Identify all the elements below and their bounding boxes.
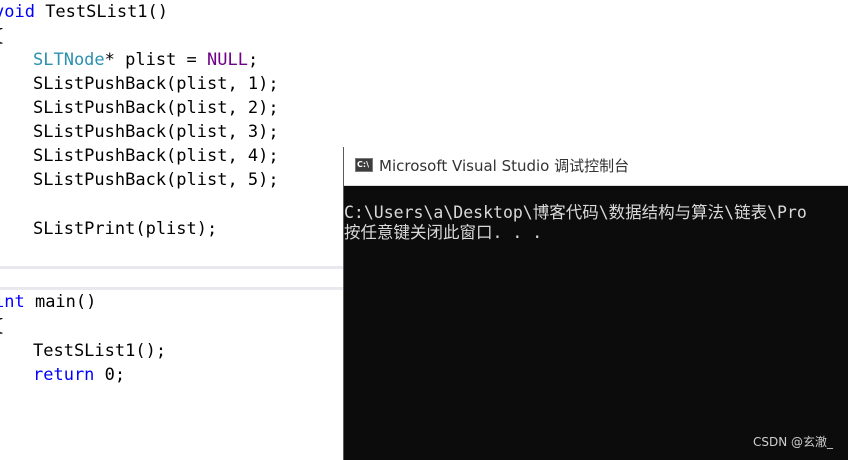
code-line-call[interactable]: TestSList1(); (33, 339, 166, 363)
console-line-prompt: 按任意键关闭此窗口. . . (344, 223, 543, 242)
keyword-return: return (33, 365, 95, 385)
return-value: 0; (94, 365, 126, 385)
csdn-watermark: CSDN @玄澈_ (752, 435, 833, 449)
code-line-push-3[interactable]: SListPushBack(plist, 3); (33, 120, 279, 144)
debug-console-window[interactable]: C:\ Microsoft Visual Studio 调试控制台 C:\Use… (343, 147, 848, 460)
keyword-int: int (0, 292, 25, 312)
console-app-icon: C:\ (355, 158, 373, 172)
keyword-void: void (0, 2, 35, 22)
code-line-testslist1-signature[interactable]: void TestSList1() (0, 0, 168, 24)
console-output[interactable]: C:\Users\a\Desktop\博客代码\数据结构与算法\链表\Pro 按… (344, 203, 848, 243)
code-text: SListPushBack(plist, 2); (33, 98, 279, 118)
code-line-return[interactable]: return 0; (33, 363, 125, 387)
code-line-push-5[interactable]: SListPushBack(plist, 5); (33, 168, 279, 192)
code-text: SListPushBack(plist, 1); (33, 74, 279, 94)
code-line-main-signature[interactable]: int main() (0, 290, 96, 314)
function-name: main() (24, 292, 97, 312)
type-sltnode: SLTNode (33, 50, 105, 70)
code-text: SListPushBack(plist, 5); (33, 170, 279, 190)
code-text: SListPushBack(plist, 4); (33, 146, 279, 166)
code-line-push-1[interactable]: SListPushBack(plist, 1); (33, 72, 279, 96)
code-line-open-brace[interactable]: { (0, 314, 4, 338)
console-line-path: C:\Users\a\Desktop\博客代码\数据结构与算法\链表\Pro (344, 203, 807, 222)
open-brace: { (0, 26, 4, 46)
code-line-open-brace[interactable]: { (0, 24, 4, 48)
declaration-text: * plist = (104, 50, 208, 70)
code-line-print[interactable]: SListPrint(plist); (33, 217, 217, 241)
console-titlebar[interactable]: C:\ Microsoft Visual Studio 调试控制台 (344, 147, 848, 186)
null-macro: NULL (207, 50, 248, 70)
code-text: TestSList1(); (33, 341, 167, 361)
code-text: SListPushBack(plist, 3); (33, 122, 279, 142)
console-window-title: Microsoft Visual Studio 调试控制台 (379, 157, 630, 175)
code-line-push-2[interactable]: SListPushBack(plist, 2); (33, 96, 279, 120)
console-app-icon-label: C:\ (357, 160, 369, 169)
open-brace: { (0, 316, 4, 336)
function-name: TestSList1() (34, 2, 169, 22)
code-text: SListPrint(plist); (33, 219, 218, 239)
semicolon: ; (247, 50, 259, 70)
code-line-declaration[interactable]: SLTNode* plist = NULL; (33, 48, 258, 72)
code-line-push-4[interactable]: SListPushBack(plist, 4); (33, 144, 279, 168)
